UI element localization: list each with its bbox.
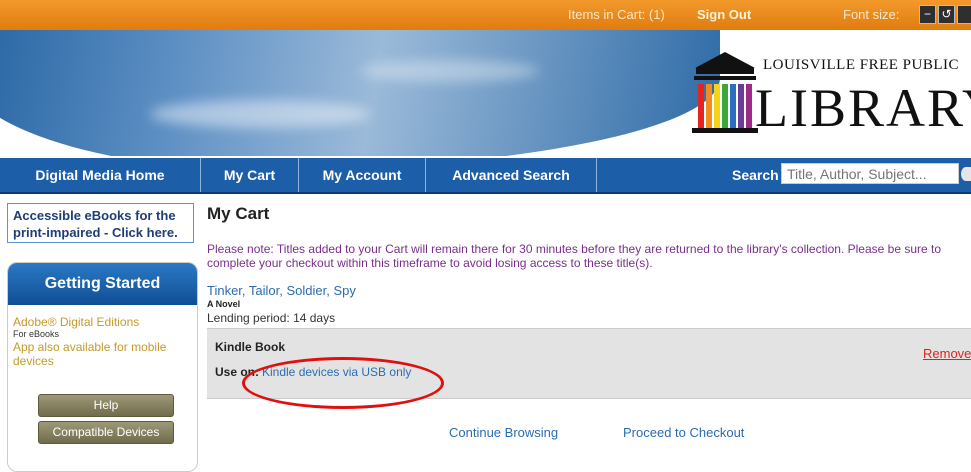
logo-line-2: LIBRARY: [755, 78, 971, 138]
accessible-ebooks-link[interactable]: Accessible eBooks for the print-impaired…: [7, 203, 194, 243]
lending-period: Lending period: 14 days: [207, 311, 336, 325]
main-nav: Digital Media Home My Cart My Account Ad…: [0, 158, 971, 194]
items-in-cart-link[interactable]: Items in Cart: (1): [568, 7, 665, 22]
cloud-decoration: [150, 100, 370, 128]
continue-browsing-link[interactable]: Continue Browsing: [449, 425, 558, 440]
remove-link[interactable]: Remove: [923, 346, 971, 361]
ade-mobile-note[interactable]: App also available for mobile devices: [13, 340, 192, 368]
annotation-circle: [242, 357, 444, 409]
nav-digital-media-home[interactable]: Digital Media Home: [0, 158, 201, 192]
search-go-button[interactable]: [961, 167, 971, 181]
logo-line-1: LOUISVILLE FREE PUBLIC: [763, 57, 959, 73]
getting-started-heading: Getting Started: [8, 263, 197, 305]
font-reset-button[interactable]: ↺: [938, 5, 955, 24]
book-title-link[interactable]: Tinker, Tailor, Soldier, Spy: [207, 283, 356, 298]
compatible-devices-button[interactable]: Compatible Devices: [38, 421, 174, 444]
font-size-label: Font size:: [843, 7, 900, 22]
book-subtitle: A Novel: [207, 299, 241, 309]
format-label: Kindle Book: [215, 340, 286, 354]
nav-advanced-search[interactable]: Advanced Search: [426, 158, 597, 192]
sky-background: [0, 30, 720, 156]
cart-notice: Please note: Titles added to your Cart w…: [207, 242, 942, 270]
font-decrease-button[interactable]: −: [919, 5, 936, 24]
ade-subtext: For eBooks: [13, 329, 60, 339]
nav-my-account[interactable]: My Account: [299, 158, 426, 192]
sign-out-link[interactable]: Sign Out: [697, 7, 751, 22]
page-title: My Cart: [207, 204, 270, 223]
adobe-digital-editions-link[interactable]: Adobe® Digital Editions: [13, 315, 192, 329]
nav-my-cart[interactable]: My Cart: [201, 158, 299, 192]
help-button[interactable]: Help: [38, 394, 174, 417]
library-logo[interactable]: LOUISVILLE FREE PUBLIC LIBRARY: [690, 46, 971, 146]
header-banner: LOUISVILLE FREE PUBLIC LIBRARY: [0, 30, 971, 156]
cloud-decoration: [360, 60, 540, 82]
getting-started-panel: Getting Started Adobe® Digital Editions …: [7, 262, 198, 472]
font-increase-button[interactable]: [957, 5, 971, 24]
proceed-to-checkout-link[interactable]: Proceed to Checkout: [623, 425, 744, 440]
search-label: Search: [732, 167, 779, 183]
top-utility-bar: Items in Cart: (1) Sign Out Font size: −…: [0, 0, 971, 30]
search-input[interactable]: [781, 163, 959, 184]
library-building-icon: [692, 52, 758, 133]
